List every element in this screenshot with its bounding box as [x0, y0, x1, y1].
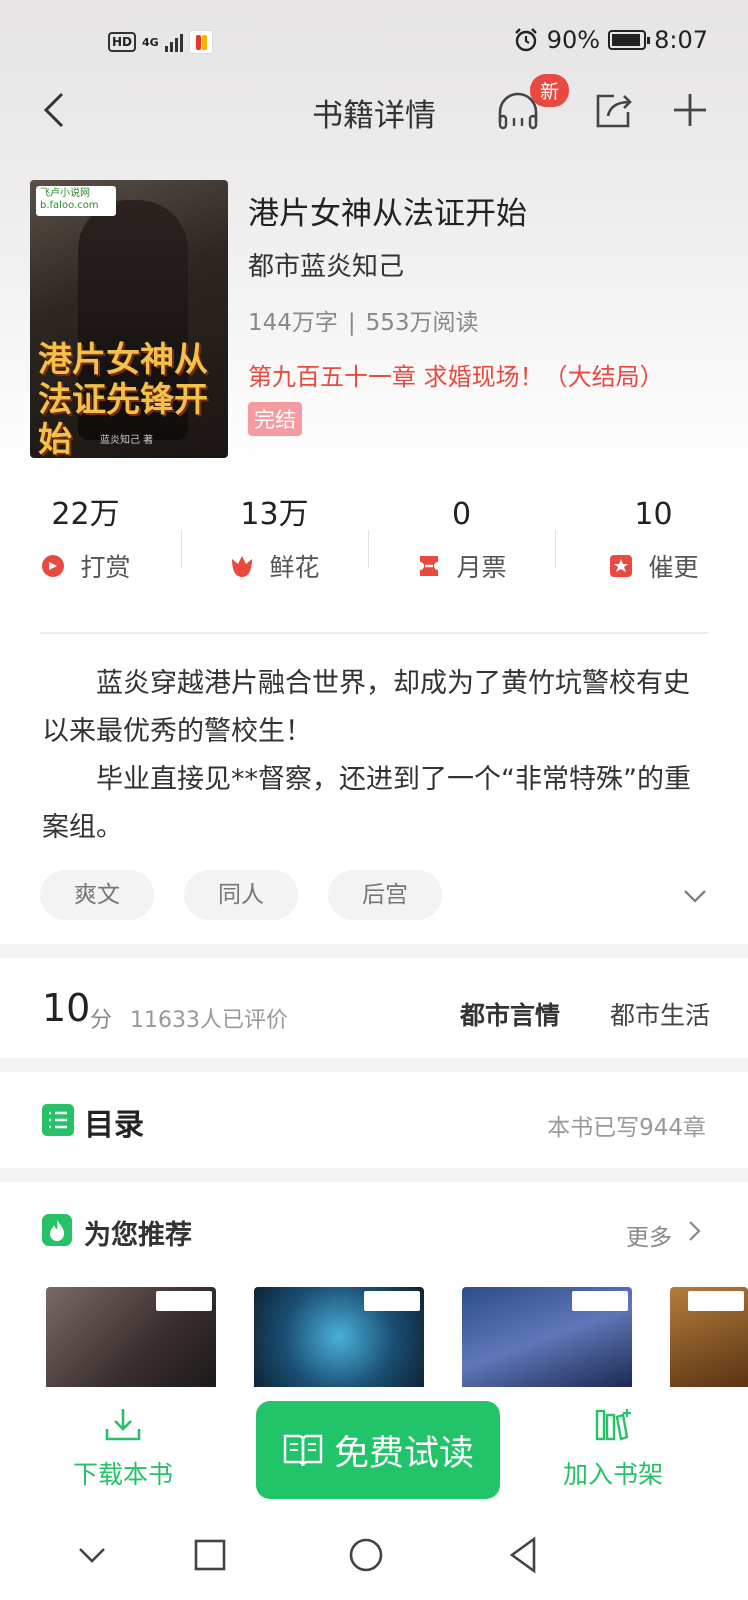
fire-icon — [42, 1214, 72, 1246]
bookshelf-icon — [595, 1409, 631, 1441]
chapter-count: 本书已写944章 — [547, 1115, 706, 1141]
rating-unit: 分 — [90, 1008, 113, 1033]
cover-logo — [156, 1291, 212, 1311]
clock: 8:07 — [654, 26, 708, 54]
app-notification-icon — [188, 30, 213, 54]
description-paragraph: 蓝炎穿越港片融合世界，却成为了黄竹坑警校有史以来最优秀的警校生！ — [42, 668, 690, 747]
hd-icon: HD — [108, 32, 137, 52]
download-icon — [105, 1409, 141, 1441]
free-read-button[interactable]: 免费试读 — [256, 1401, 500, 1499]
category-primary[interactable]: 都市言情 — [460, 996, 560, 1032]
status-right: 90% 8:07 — [513, 26, 708, 54]
stat-urge-update[interactable]: 10 催更 — [560, 494, 747, 584]
status-badge: 完结 — [248, 402, 302, 436]
new-badge: 新 — [530, 74, 570, 107]
stat-value: 13万 — [240, 497, 309, 532]
stat-label: 打赏 — [80, 553, 131, 582]
rated-count: 11633人已评价 — [130, 1008, 288, 1033]
recommend-book-cover[interactable] — [254, 1287, 424, 1387]
chevron-down-icon[interactable] — [682, 886, 708, 906]
flower-icon — [232, 556, 253, 577]
ticket-icon — [420, 556, 439, 576]
rating-score: 10 — [42, 986, 91, 1030]
share-icon[interactable] — [592, 88, 636, 132]
recommend-title: 为您推荐 — [84, 1220, 192, 1251]
reward-icon — [42, 555, 65, 577]
alarm-icon — [514, 28, 537, 52]
section-gap — [0, 1058, 748, 1072]
signal-icon — [164, 32, 183, 52]
rating-row[interactable]: 10 分 11633人已评价 都市言情 都市生活 — [0, 968, 748, 1058]
add-icon[interactable] — [668, 88, 712, 132]
cover-logo — [572, 1291, 628, 1311]
more-link[interactable]: 更多 — [626, 1218, 672, 1252]
download-label: 下载本书 — [72, 1460, 173, 1489]
status-left: HD 4G — [108, 30, 213, 54]
section-gap — [0, 1168, 748, 1182]
nav-bar: 书籍详情 新 — [0, 70, 748, 150]
system-nav-bar — [0, 1509, 748, 1600]
stat-reward[interactable]: 22万 打赏 — [0, 494, 179, 584]
home-icon[interactable] — [346, 1535, 386, 1575]
book-cover[interactable]: 飞卢小说网 b.faloo.com 港片女神从法证先锋开始 蓝炎知己 著 — [30, 180, 228, 458]
stat-divider — [555, 530, 556, 568]
cover-author: 蓝炎知己 著 — [100, 435, 154, 446]
description-paragraph: 毕业直接见**督察，还进到了一个“非常特殊”的重案组。 — [42, 764, 691, 843]
section-divider — [40, 632, 708, 634]
cover-logo — [688, 1291, 744, 1311]
stat-flower[interactable]: 13万 鲜花 — [181, 494, 368, 584]
catalog-title: 目录 — [84, 1108, 144, 1143]
book-author[interactable]: 都市蓝炎知己 — [248, 246, 404, 283]
add-to-shelf-button[interactable]: 加入书架 — [548, 1387, 678, 1491]
stat-value: 10 — [634, 497, 673, 532]
chevron-right-icon[interactable] — [686, 1219, 702, 1243]
book-meta: 144万字 | 553万阅读 — [248, 303, 479, 337]
status-bar: HD 4G 90% 8:07 — [0, 26, 748, 62]
download-button[interactable]: 下载本书 — [58, 1387, 188, 1491]
tag-chip[interactable]: 同人 — [184, 870, 298, 920]
book-title: 港片女神从法证开始 — [248, 196, 527, 232]
system-back-icon[interactable] — [504, 1535, 544, 1575]
recommend-book-cover[interactable] — [462, 1287, 632, 1387]
stats-row: 22万 打赏 13万 鲜花 0 月票 10 催更 — [0, 494, 748, 594]
add-to-shelf-label: 加入书架 — [562, 1460, 663, 1489]
latest-chapter-link[interactable]: 第九百五十一章 求婚现场！（大结局） — [248, 357, 664, 392]
stat-value: 22万 — [51, 497, 120, 532]
recommend-book-cover[interactable] — [46, 1287, 216, 1387]
battery-icon — [608, 30, 651, 50]
catalog-row[interactable]: 目录 本书已写944章 — [0, 1076, 748, 1168]
stat-monthly-ticket[interactable]: 0 月票 — [368, 494, 555, 584]
tag-chip[interactable]: 爽文 — [40, 870, 154, 920]
tag-list: 爽文 同人 后宫 — [40, 870, 442, 920]
stat-label: 催更 — [648, 553, 699, 582]
battery-percent: 90% — [546, 26, 601, 54]
recommend-book-cover[interactable] — [670, 1287, 748, 1387]
book-open-icon — [283, 1434, 323, 1467]
stat-label: 鲜花 — [269, 553, 320, 582]
catalog-icon — [42, 1104, 74, 1136]
category-secondary[interactable]: 都市生活 — [610, 996, 710, 1032]
meta-separator: | — [347, 310, 356, 336]
section-gap — [0, 944, 748, 958]
cover-logo: 飞卢小说网 b.faloo.com — [36, 186, 116, 216]
recent-apps-icon[interactable] — [190, 1535, 230, 1575]
free-read-label: 免费试读 — [333, 1433, 474, 1474]
cover-logo — [364, 1291, 420, 1311]
network-type: 4G — [142, 35, 159, 49]
stat-value: 0 — [451, 497, 472, 532]
word-count: 144万字 — [248, 310, 338, 336]
urge-icon — [610, 555, 633, 577]
bottom-action-bar: 下载本书 免费试读 加入书架 — [0, 1387, 748, 1509]
chevron-down-icon[interactable] — [72, 1535, 112, 1575]
book-description: 蓝炎穿越港片融合世界，却成为了黄竹坑警校有史以来最优秀的警校生！ 毕业直接见**… — [42, 660, 710, 852]
tag-chip[interactable]: 后宫 — [328, 870, 442, 920]
stat-label: 月票 — [456, 553, 507, 582]
read-count: 553万阅读 — [365, 310, 479, 336]
